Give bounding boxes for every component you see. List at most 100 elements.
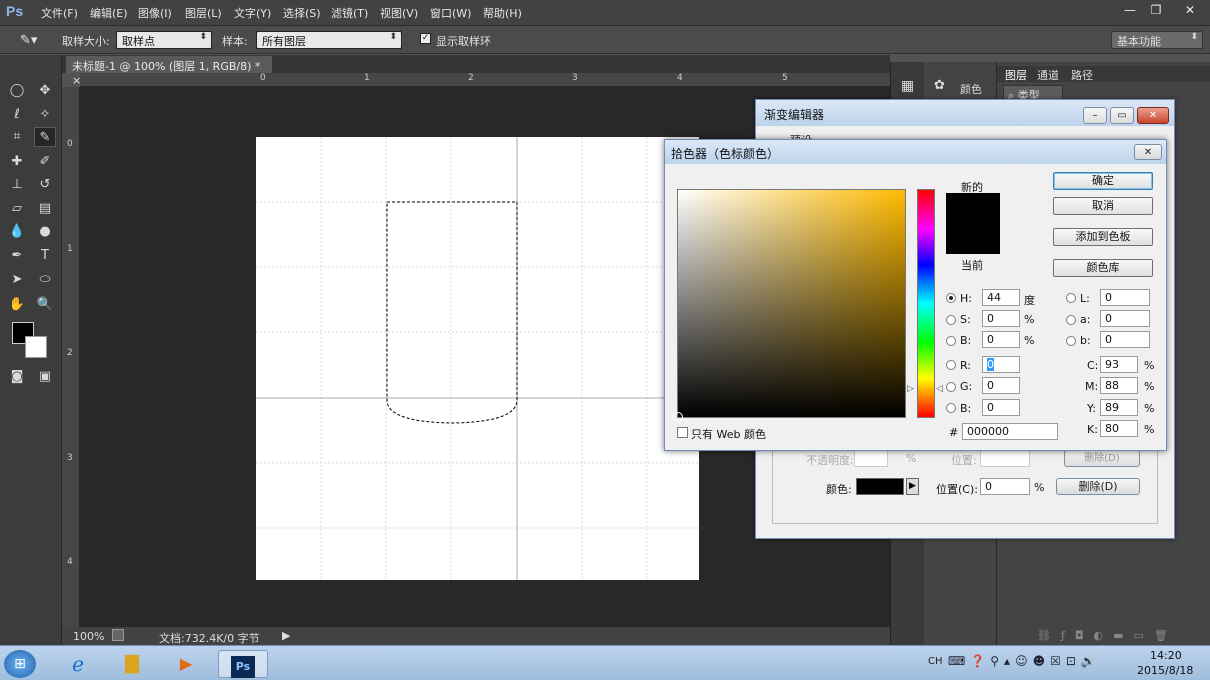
opacity-field[interactable] [854,450,888,467]
blur-tool-icon[interactable]: 💧 [6,222,28,242]
zoom-tool-icon[interactable]: 🔍 [34,295,56,315]
s-field[interactable]: 0 [982,310,1020,327]
menu-edit[interactable]: 编辑(E) [90,5,128,21]
cancel-button[interactable]: 取消 [1053,197,1153,215]
document-tab[interactable]: 未标题-1 @ 100% (图层 1, RGB/8) * × [66,56,272,87]
s-radio[interactable] [946,315,956,325]
menu-file[interactable]: 文件(F) [41,5,78,21]
menu-window[interactable]: 窗口(W) [430,5,471,21]
g-radio[interactable] [946,382,956,392]
menu-layer[interactable]: 图层(L) [185,5,222,21]
dodge-tool-icon[interactable]: ● [34,222,56,242]
layers-tab[interactable]: 图层 [1005,67,1027,83]
menu-view[interactable]: 视图(V) [380,5,418,21]
channels-tab[interactable]: 通道 [1037,67,1059,83]
eyedropper-tool-icon[interactable]: ✎ [34,127,56,147]
clock-time[interactable]: 14:20 [1150,649,1182,662]
gradient-tool-icon[interactable]: ▤ [34,199,56,219]
h-radio[interactable] [946,293,956,303]
photoshop-taskbar-button[interactable]: Ps [218,650,268,678]
history-panel-icon[interactable]: ▦ [901,78,914,94]
path-select-icon[interactable]: ➤ [6,270,28,290]
gradient-close-button[interactable]: ✕ [1137,107,1169,124]
hue-slider[interactable] [917,189,935,418]
tray-icons[interactable]: ⌨❓⚲▴☺☻☒⊡🔊 [948,654,1101,668]
hand-tool-icon[interactable]: ✋ [6,295,28,315]
color-delete-button[interactable]: 删除(D) [1056,478,1140,495]
current-color-swatch[interactable] [946,223,1000,254]
g-field[interactable]: 0 [982,377,1020,394]
screen-mode-icon[interactable]: ▣ [34,367,56,387]
rgb-b-radio[interactable] [946,403,956,413]
add-to-swatches-button[interactable]: 添加到色板 [1053,228,1153,246]
a-radio[interactable] [1066,315,1076,325]
opacity-delete-button[interactable]: 删除(D) [1064,450,1140,467]
internet-explorer-icon[interactable]: ℯ [58,650,98,678]
status-icon[interactable] [112,629,124,641]
b-field[interactable]: 0 [982,331,1020,348]
r-radio[interactable] [946,360,956,370]
document-canvas[interactable] [256,137,699,580]
l-radio[interactable] [1066,293,1076,303]
color-menu-arrow-icon[interactable]: ▶ [906,478,919,495]
sample-size-select[interactable]: 取样点 ⬍ [116,31,212,49]
show-ring-checkbox[interactable]: ✓ [420,33,431,44]
menu-filter[interactable]: 滤镜(T) [331,5,368,21]
stop-color-swatch[interactable] [856,478,904,495]
shape-tool-icon[interactable]: ⬭ [34,270,56,290]
r-field[interactable]: 0 [982,356,1020,373]
file-explorer-icon[interactable]: ▇ [112,650,152,678]
history-brush-icon[interactable]: ↺ [34,175,56,195]
play-arrow-icon[interactable]: ▶ [282,629,290,642]
opacity-position-field[interactable] [980,450,1030,467]
pen-tool-icon[interactable]: ✒ [6,246,28,266]
l-field[interactable]: 0 [1100,289,1150,306]
a-field[interactable]: 0 [1100,310,1150,327]
h-field[interactable]: 44 [982,289,1020,306]
ok-button[interactable]: 确定 [1053,172,1153,190]
eraser-tool-icon[interactable]: ▱ [6,199,28,219]
web-only-checkbox[interactable] [677,427,688,438]
input-language[interactable]: CH [928,656,943,667]
start-button-icon[interactable]: ⊞ [4,650,36,678]
b-radio[interactable] [946,336,956,346]
hue-slider-right-handle[interactable]: ◁ [936,384,943,394]
minimize-button[interactable]: — [1116,0,1144,20]
media-player-icon[interactable]: ▶ [166,650,206,678]
c-field[interactable]: 93 [1100,356,1138,373]
zoom-level[interactable]: 100% [73,630,104,643]
move-tool-icon[interactable]: ✥ [34,81,56,101]
color-panel-tab[interactable]: 颜色 [960,81,982,97]
restore-button[interactable]: ❐ [1142,0,1170,20]
crop-tool-icon[interactable]: ⌗ [6,127,28,147]
brush-tool-icon[interactable]: ✐ [34,152,56,172]
menu-select[interactable]: 选择(S) [283,5,321,21]
workspace-select[interactable]: 基本功能 ⬍ [1111,31,1203,49]
menu-image[interactable]: 图像(I) [138,5,172,21]
gradient-maximize-button[interactable]: ▭ [1110,107,1134,124]
clone-stamp-icon[interactable]: ⊥ [6,175,28,195]
background-color-swatch[interactable] [25,336,47,358]
paths-tab[interactable]: 路径 [1071,67,1093,83]
type-tool-icon[interactable]: T [34,246,56,266]
lab-b-radio[interactable] [1066,336,1076,346]
lab-b-field[interactable]: 0 [1100,331,1150,348]
hex-field[interactable]: 000000 [962,423,1058,440]
layer-actions-icons[interactable]: ⛓ƒ◘◐▬▭🗑 [1037,629,1178,642]
hue-slider-left-handle[interactable]: ▷ [907,384,914,394]
saturation-brightness-field[interactable] [673,189,906,422]
color-field-cursor[interactable] [673,412,683,422]
color-libraries-button[interactable]: 颜色库 [1053,259,1153,277]
marquee-tool-icon[interactable]: ◯ [6,81,28,101]
close-button[interactable]: ✕ [1170,0,1210,20]
lasso-tool-icon[interactable]: ℓ [6,105,28,125]
picker-close-button[interactable]: ✕ [1134,144,1162,160]
sample-select[interactable]: 所有图层 ⬍ [256,31,402,49]
magic-wand-icon[interactable]: ✧ [34,105,56,125]
clock-date[interactable]: 2015/8/18 [1137,664,1193,677]
menu-help[interactable]: 帮助(H) [483,5,522,21]
rgb-b-field[interactable]: 0 [982,399,1020,416]
menu-type[interactable]: 文字(Y) [234,5,271,21]
color-panel-icon[interactable]: ✿ [934,78,945,93]
m-field[interactable]: 88 [1100,377,1138,394]
